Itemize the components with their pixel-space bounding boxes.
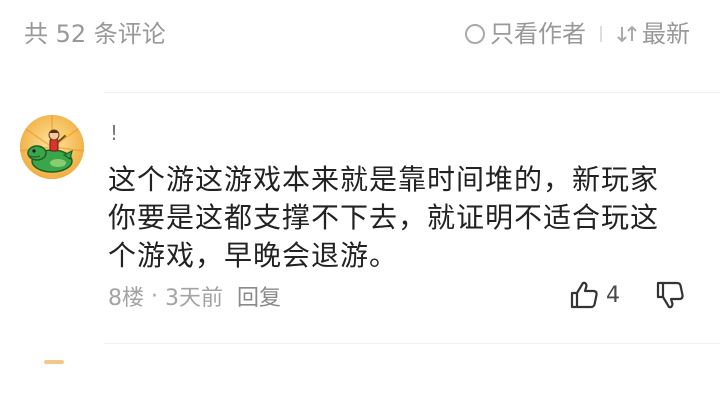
circle-icon [465, 24, 485, 44]
cartoon-dinosaur-rider-avatar-icon [20, 115, 84, 179]
like-button[interactable]: 4 [568, 279, 620, 311]
sort-divider [600, 26, 602, 42]
author-only-toggle[interactable]: 只看作者 [464, 22, 586, 46]
thumbs-up-icon [570, 281, 598, 309]
comment-text: 这个游这游戏本来就是靠时间堆的，新玩家你要是这都支撑不下去，就证明不适合玩这个游… [108, 163, 660, 272]
avatar[interactable] [20, 115, 84, 179]
sort-icon [617, 25, 637, 43]
floor-number: 8楼 [108, 286, 144, 311]
username[interactable]: ! [110, 121, 118, 145]
comment-item: ! 这个游这游戏本来就是靠时间堆的，新玩家你要是这都支撑不下去，就证明不适合玩这… [0, 93, 720, 343]
dislike-button[interactable] [654, 279, 686, 311]
divider-bottom [104, 343, 720, 344]
comment-meta: 8楼 · 3天前 回复 [108, 280, 281, 312]
comments-header: 共 52 条评论 只看作者 最新 [0, 0, 720, 60]
comment-actions: 4 [568, 279, 686, 311]
comment-time: 3天前 [165, 286, 223, 311]
sort-latest-label: 最新 [642, 20, 690, 48]
reply-button[interactable]: 回复 [237, 280, 281, 312]
next-comment-avatar-peek [44, 360, 64, 364]
meta-separator: · [151, 283, 158, 309]
comment-count: 共 52 条评论 [24, 20, 166, 48]
author-only-label: 只看作者 [490, 20, 586, 48]
like-count: 4 [606, 282, 620, 308]
sort-options: 只看作者 最新 [464, 22, 690, 46]
thumbs-down-icon [656, 281, 684, 309]
sort-latest-button[interactable]: 最新 [616, 22, 690, 46]
